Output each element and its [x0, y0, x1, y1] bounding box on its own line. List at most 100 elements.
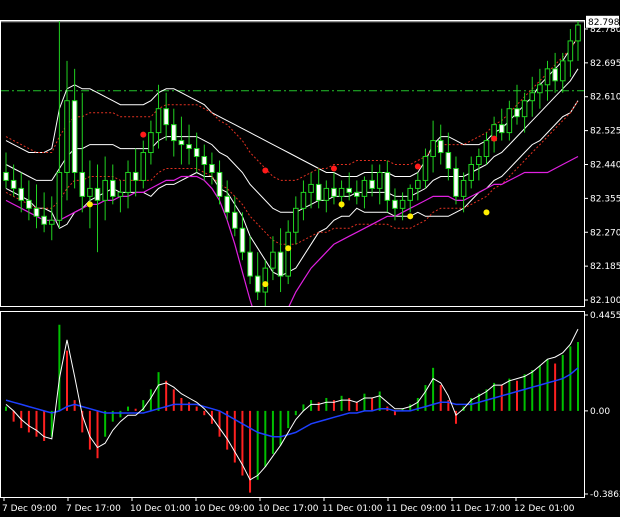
price-tick-label: 82.355: [590, 194, 620, 204]
candle-body: [407, 187, 414, 201]
candle-body: [239, 227, 246, 253]
candle-body: [254, 275, 261, 293]
candle-body: [209, 163, 215, 173]
candle-body: [71, 100, 78, 173]
signal-dot-red: [262, 167, 269, 174]
candle-body: [376, 171, 383, 189]
candle-body: [338, 187, 345, 197]
candle-body: [170, 124, 177, 142]
signal-dot-yellow: [338, 201, 345, 208]
time-tick-label: 10 Dec 01:00: [130, 504, 191, 514]
candle-body: [270, 251, 276, 269]
time-tick-label: 12 Dec 01:00: [514, 504, 575, 514]
forex-chart: 82.78082.69582.61082.52582.44082.35582.2…: [0, 0, 620, 517]
candle-body: [79, 171, 86, 197]
signal-dot-red: [140, 131, 147, 138]
last-price-label: 82.798: [588, 18, 620, 28]
candle-body: [552, 68, 558, 82]
time-tick-label: 7 Dec 09:00: [2, 504, 57, 514]
candle-body: [293, 207, 299, 233]
candle-body: [41, 215, 47, 225]
candle-body: [186, 144, 192, 150]
candle-body: [468, 163, 475, 181]
candle-body: [247, 251, 253, 277]
candle-body: [445, 152, 452, 169]
candle-body: [109, 179, 116, 197]
price-tick-label: 82.610: [590, 93, 620, 103]
time-tick-label: 11 Dec 17:00: [450, 504, 511, 514]
osc-tick-label: -0.3862: [590, 490, 620, 500]
candle-body: [178, 140, 185, 146]
candle-body: [315, 183, 322, 201]
candle-body: [346, 187, 352, 193]
candle-body: [559, 60, 566, 82]
candle-body: [155, 108, 162, 134]
candle-body: [48, 219, 55, 225]
signal-dot-yellow: [407, 213, 414, 220]
candle-body: [102, 179, 108, 201]
candle-body: [125, 171, 131, 193]
candle-body: [483, 140, 490, 158]
candle-body: [308, 183, 314, 193]
candle-body: [87, 187, 93, 197]
candle-body: [10, 179, 17, 189]
candle-body: [262, 267, 269, 293]
candle-body: [300, 191, 307, 209]
candle-body: [117, 191, 124, 197]
signal-dot-yellow: [86, 201, 93, 208]
osc-tick-label: 0.00: [590, 407, 610, 417]
candle-body: [331, 187, 337, 197]
candle-body: [514, 108, 520, 118]
candle-body: [422, 156, 429, 181]
candle-body: [193, 148, 200, 158]
candle-body: [521, 100, 528, 118]
candle-body: [94, 187, 101, 201]
price-tick-label: 82.100: [590, 296, 620, 306]
candle-body: [575, 24, 581, 42]
candle-body: [277, 251, 284, 277]
candle-body: [56, 171, 63, 221]
candle-body: [224, 195, 230, 213]
candle-body: [26, 199, 32, 209]
candle-body: [216, 171, 223, 197]
candle-body: [285, 231, 291, 277]
price-tick-label: 82.185: [590, 262, 620, 272]
time-tick-label: 11 Dec 09:00: [386, 504, 447, 514]
candle-body: [544, 68, 551, 86]
candle-body: [437, 140, 444, 154]
candle-body: [64, 100, 70, 173]
candle-body: [392, 199, 398, 209]
price-tick-label: 82.695: [590, 59, 620, 69]
candle-body: [232, 211, 238, 229]
candle-body: [3, 171, 9, 181]
candle-body: [163, 108, 169, 126]
chart-background: [0, 0, 620, 517]
price-tick-label: 82.440: [590, 160, 620, 170]
candle-body: [415, 179, 421, 189]
osc-tick-label: 0.4455: [590, 311, 620, 321]
candle-body: [140, 152, 147, 181]
candle-body: [132, 171, 139, 181]
price-tick-label: 82.270: [590, 228, 620, 238]
candle-body: [529, 92, 536, 102]
time-tick-label: 11 Dec 01:00: [322, 504, 383, 514]
candle-body: [460, 179, 467, 197]
time-tick-label: 10 Dec 09:00: [194, 504, 255, 514]
price-axis: 82.78082.69582.61082.52582.44082.35582.2…: [584, 15, 620, 306]
time-tick-label: 10 Dec 17:00: [258, 504, 319, 514]
candle-body: [498, 124, 505, 134]
signal-dot-yellow: [483, 209, 490, 216]
time-tick-label: 7 Dec 17:00: [66, 504, 121, 514]
candle-body: [399, 199, 406, 209]
candle-body: [453, 167, 459, 197]
signal-dot-red: [330, 165, 337, 172]
signal-dot-yellow: [262, 281, 269, 288]
candle-body: [148, 132, 154, 154]
candle-body: [33, 207, 40, 217]
candle-body: [537, 84, 543, 94]
candle-body: [506, 108, 513, 134]
candle-body: [476, 156, 482, 165]
candle-body: [18, 187, 25, 201]
signal-dot-yellow: [285, 245, 292, 252]
candle-body: [430, 140, 436, 158]
